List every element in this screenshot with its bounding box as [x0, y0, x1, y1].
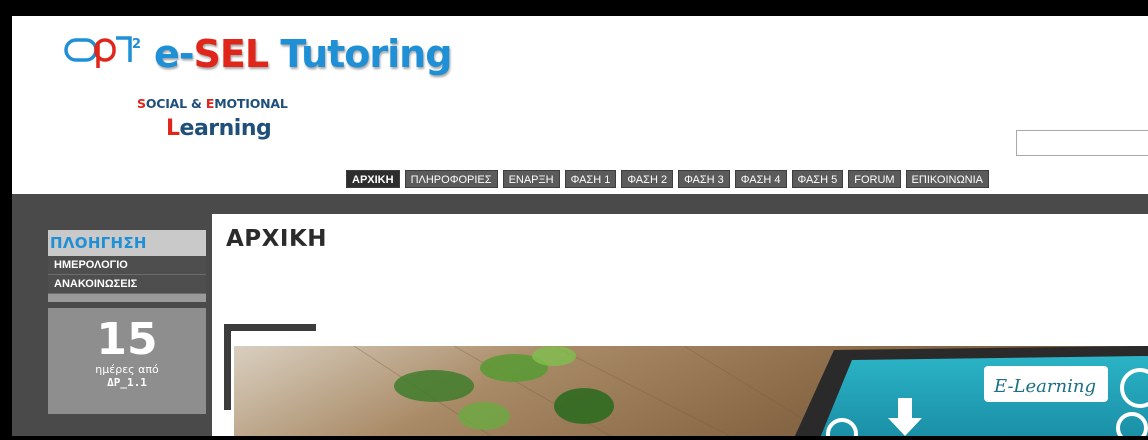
main-content: ΑΡΧΙΚΗ E-Learning [212, 214, 1148, 436]
logo-title-e: e- [154, 32, 195, 76]
search-input[interactable] [1016, 130, 1148, 156]
logo-subtitle: SOCIAL & EMOTIONAL [137, 96, 288, 111]
days-count: 15 [96, 314, 158, 365]
sidebar: ΠΛΟΗΓΗΣΗ ΗΜΕΡΟΛΟΓΙΟ ΑΝΑΚΟΙΝΩΣΕΙΣ 15 ημέρ… [48, 230, 206, 414]
header-divider [12, 194, 1148, 202]
learning-rest: earning [179, 116, 272, 141]
nav-item-phase-5[interactable]: ΦΑΣΗ 5 [791, 170, 844, 188]
nav-item-phase-2[interactable]: ΦΑΣΗ 2 [621, 170, 674, 188]
nav-item-phase-1[interactable]: ΦΑΣΗ 1 [564, 170, 617, 188]
logo-superscript: 2 [132, 37, 141, 52]
learning-letter-l: L [166, 116, 180, 141]
sidebar-divider [48, 294, 206, 302]
sidebar-item-calendar[interactable]: ΗΜΕΡΟΛΟΓΙΟ [48, 256, 206, 275]
logo-title-sel: SEL [193, 32, 270, 76]
site-header: 2 e-SEL Tutoring SOCIAL & EMOTIONAL Lear… [12, 16, 1148, 194]
frame-corner-vertical [224, 324, 231, 410]
nav-item-forum[interactable]: FORUM [848, 170, 901, 188]
days-counter-widget: 15 ημέρες από ΔΡ_1.1 [48, 308, 206, 414]
nav-item-phase-3[interactable]: ΦΑΣΗ 3 [678, 170, 730, 188]
sub-motional: MOTIONAL [214, 96, 288, 111]
logo-mark-icon: 2 [64, 34, 148, 68]
nav-item-info[interactable]: ΠΛΗΡΟΦΟΡΙΕΣ [404, 170, 498, 188]
e-learning-caption: E-Learning [993, 376, 1096, 397]
nav-item-phase-4[interactable]: ΦΑΣΗ 4 [734, 170, 787, 188]
hero-image: E-Learning [234, 346, 1148, 436]
sidebar-heading: ΠΛΟΗΓΗΣΗ [48, 230, 206, 256]
nav-item-start[interactable]: ΕΝΑΡΞΗ [502, 170, 560, 188]
nav-item-home[interactable]: ΑΡΧΙΚΗ [346, 170, 400, 188]
top-navigation: ΑΡΧΙΚΗ ΠΛΗΡΟΦΟΡΙΕΣ ΕΝΑΡΞΗ ΦΑΣΗ 1 ΦΑΣΗ 2 … [346, 170, 989, 188]
sidebar-item-announcements[interactable]: ΑΝΑΚΟΙΝΩΣΕΙΣ [48, 275, 206, 294]
sub-ocial: OCIAL & [145, 96, 206, 111]
sub-letter-s: S [137, 96, 146, 111]
logo-learning: Learning [166, 116, 272, 141]
page-frame: 2 e-SEL Tutoring SOCIAL & EMOTIONAL Lear… [0, 0, 1148, 440]
logo-title: e-SEL Tutoring [154, 32, 452, 76]
page-title: ΑΡΧΙΚΗ [226, 226, 328, 252]
site-logo[interactable]: 2 e-SEL Tutoring [64, 32, 452, 76]
frame-corner-horizontal [224, 324, 316, 331]
days-count-reference: ΔΡ_1.1 [107, 376, 147, 389]
sub-letter-e: E [205, 96, 215, 111]
days-count-label: ημέρες από [95, 363, 159, 376]
nav-item-contact[interactable]: ΕΠΙΚΟΙΝΩΝΙΑ [905, 170, 989, 188]
logo-title-tutoring: Tutoring [268, 32, 452, 76]
